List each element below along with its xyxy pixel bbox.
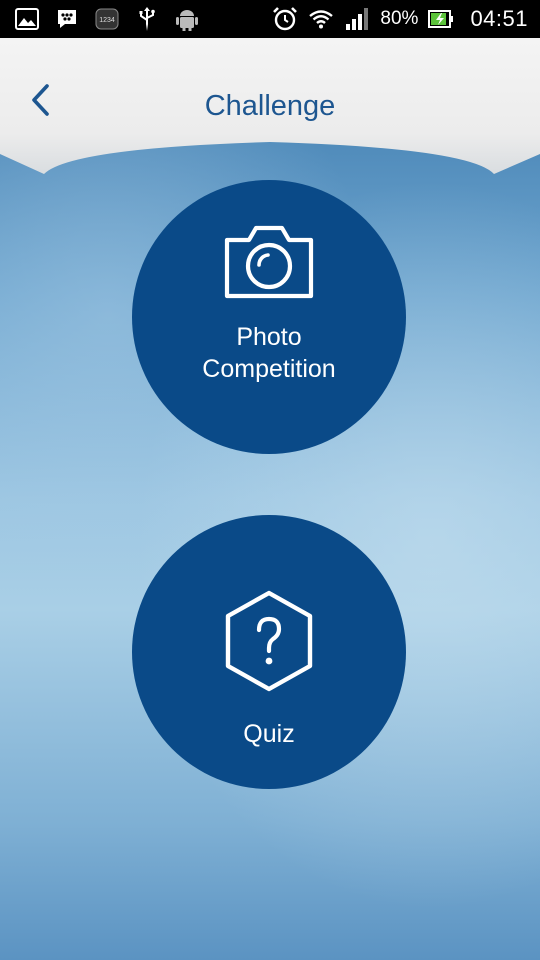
- battery-icon: [428, 7, 454, 31]
- wifi-icon: [308, 7, 334, 31]
- quiz-button[interactable]: Quiz: [132, 515, 406, 789]
- photo-competition-button[interactable]: Photo Competition: [132, 180, 406, 454]
- quiz-label: Quiz: [243, 720, 295, 748]
- app-screen: Challenge Photo Competition Quiz: [0, 38, 540, 960]
- gallery-icon: [14, 7, 40, 31]
- app-badge-text: 1234: [99, 17, 115, 24]
- app-1234-icon: 1234: [94, 7, 120, 31]
- signal-icon: [344, 7, 370, 31]
- usb-icon: [134, 7, 160, 31]
- battery-percent: 80%: [380, 8, 419, 29]
- system-icons: 80% 04:51: [272, 6, 540, 32]
- question-hexagon-icon: [222, 589, 316, 698]
- status-bar: 1234 80% 04:51: [0, 0, 540, 38]
- alarm-icon: [272, 7, 298, 31]
- page-title: Challenge: [204, 90, 336, 122]
- photo-competition-label: Photo Competition: [202, 321, 335, 385]
- photo-label-line2: Competition: [202, 355, 336, 383]
- android-debug-icon: [174, 7, 200, 31]
- bbm-icon: [54, 7, 80, 31]
- notification-icons: 1234: [0, 7, 200, 31]
- clock: 04:51: [470, 6, 528, 31]
- camera-icon: [223, 222, 315, 305]
- header-bar: Challenge: [0, 38, 540, 178]
- photo-label-line1: Photo: [236, 323, 302, 351]
